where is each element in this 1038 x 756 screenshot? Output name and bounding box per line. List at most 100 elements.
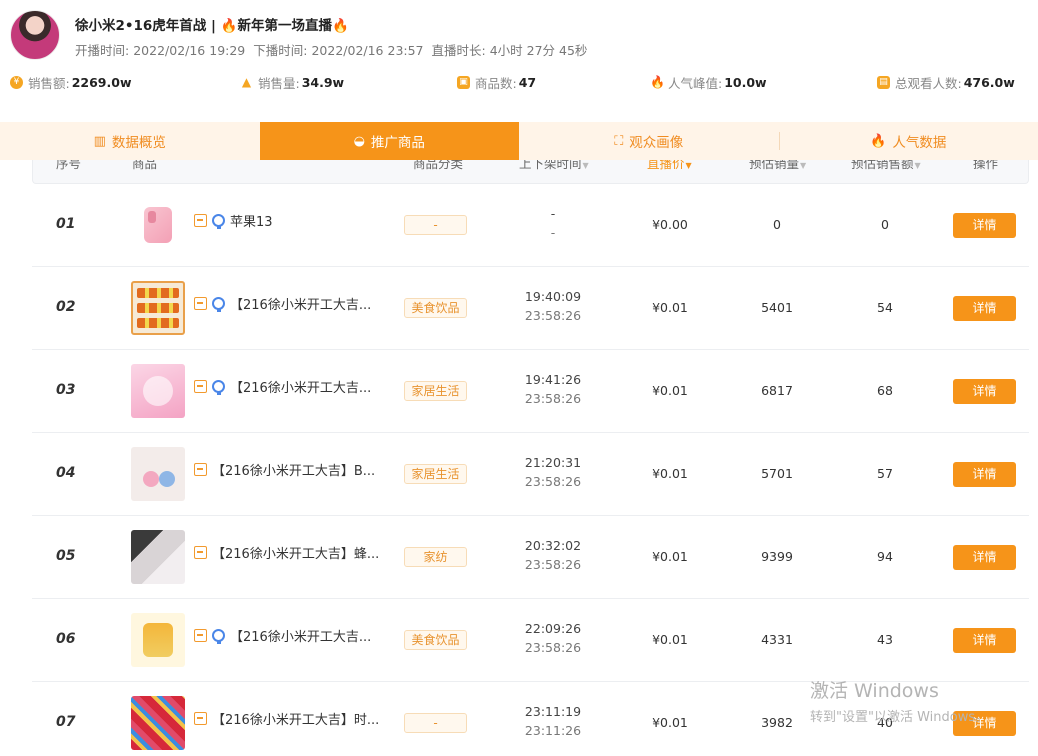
estimated-sales: 4331 (761, 632, 793, 647)
product-name-text: 【216徐小米开工大吉... (230, 381, 372, 396)
live-price: ¥0.01 (652, 632, 688, 647)
table-row: 02 【216徐小米开工大吉... 美食饮品 19:40:09 23:58:26… (32, 267, 1029, 350)
stream-title: 徐小米2•16虎年首战 | 🔥新年第一场直播🔥 (75, 14, 349, 34)
detail-button[interactable]: 详情 (953, 213, 1016, 238)
sort-icon: ▼ (685, 161, 692, 170)
detail-button[interactable]: 详情 (953, 462, 1016, 487)
tab-audience-portrait[interactable]: ⛶ 观众画像 (519, 122, 779, 160)
product-name-text: 【216徐小米开工大吉... (230, 298, 372, 313)
time-on-shelf: 21:20:31 (524, 455, 582, 470)
detail-button[interactable]: 详情 (953, 711, 1016, 736)
product-thumbnail[interactable] (131, 447, 185, 501)
bar-chart-icon: ▥ (93, 133, 106, 149)
row-index: 04 (56, 465, 76, 481)
detail-button[interactable]: 详情 (953, 628, 1016, 653)
product-name-text: 【216徐小米开工大吉】蜂... (212, 547, 380, 562)
flame-icon: 🔥 (220, 18, 238, 34)
end-time-label: 下播时间: (253, 43, 308, 58)
table-row: 01 苹果13 - - - ¥0.00 0 0 详情 (32, 184, 1029, 267)
time-off-shelf: 23:58:26 (524, 640, 582, 655)
shop-badge-icon (194, 712, 207, 725)
ribbon-badge-icon (212, 297, 225, 312)
live-header: 徐小米2•16虎年首战 | 🔥新年第一场直播🔥 开播时间: 2022/02/16 … (0, 0, 1038, 122)
time-off-shelf: 23:58:26 (524, 391, 582, 406)
live-price: ¥0.01 (652, 300, 688, 315)
product-name[interactable]: 【216徐小米开工大吉】时... (194, 709, 379, 728)
product-thumbnail[interactable] (131, 198, 185, 252)
product-name[interactable]: 【216徐小米开工大吉... (194, 377, 371, 396)
detail-button[interactable]: 详情 (953, 296, 1016, 321)
shop-badge-icon (194, 380, 207, 393)
product-thumbnail[interactable] (131, 613, 185, 667)
sort-icon: ▼ (582, 161, 589, 170)
product-name-text: 苹果13 (230, 215, 273, 230)
stream-title-prefix: 徐小米2•16虎年首战 | (75, 18, 221, 34)
product-thumbnail[interactable] (131, 696, 185, 750)
estimated-sales: 9399 (761, 549, 793, 564)
chart-icon: ▲ (241, 74, 252, 89)
time-on-shelf: - (550, 206, 556, 221)
stat-label: 人气峰值: (668, 75, 723, 91)
time-off-shelf: 23:58:26 (524, 308, 582, 323)
time-on-shelf: 23:11:19 (524, 704, 582, 719)
shop-badge-icon (194, 546, 207, 559)
table-row: 03 【216徐小米开工大吉... 家居生活 19:41:26 23:58:26… (32, 350, 1029, 433)
shop-badge-icon (194, 629, 207, 642)
product-thumbnail[interactable] (131, 530, 185, 584)
table-row: 05 【216徐小米开工大吉】蜂... 家纺 20:32:02 23:58:26… (32, 516, 1029, 599)
product-name[interactable]: 【216徐小米开工大吉... (194, 626, 371, 645)
tab-promoted-products[interactable]: ◒ 推广商品 (259, 122, 519, 160)
flame-icon: 🔥 (331, 18, 349, 34)
row-index: 01 (56, 216, 76, 232)
sort-icon: ▼ (914, 161, 921, 170)
category-tag: - (404, 215, 467, 235)
live-price: ¥0.01 (652, 715, 688, 730)
estimated-sales: 0 (773, 217, 781, 232)
estimated-amount: 43 (877, 632, 893, 647)
stat-value: 10.0w (724, 74, 767, 90)
estimated-amount: 54 (877, 300, 893, 315)
shop-badge-icon (194, 463, 207, 476)
category-tag: 家居生活 (404, 381, 467, 401)
row-index: 03 (56, 382, 76, 398)
product-name[interactable]: 【216徐小米开工大吉... (194, 294, 371, 313)
tab-label: 人气数据 (892, 135, 947, 151)
ribbon-badge-icon (212, 629, 225, 644)
time-off-shelf: 23:58:26 (524, 557, 582, 572)
sort-icon: ▼ (800, 161, 807, 170)
category-tag: 美食饮品 (404, 630, 467, 650)
estimated-amount: 0 (881, 217, 889, 232)
flame-icon: 🔥 (870, 133, 887, 149)
stat-label: 销售量: (258, 75, 300, 91)
live-price: ¥0.00 (652, 217, 688, 232)
table-row: 06 【216徐小米开工大吉... 美食饮品 22:09:26 23:58:26… (32, 599, 1029, 682)
stat-peak-popularity: 🔥 人气峰值: 10.0w (650, 70, 767, 94)
product-thumbnail[interactable] (131, 281, 185, 335)
tab-popularity-data[interactable]: 🔥 人气数据 (778, 122, 1038, 160)
end-time-value: 2022/02/16 23:57 (311, 43, 424, 58)
detail-button[interactable]: 详情 (953, 545, 1016, 570)
time-on-shelf: 20:32:02 (524, 538, 582, 553)
category-tag: 家纺 (404, 547, 467, 567)
coin-icon: ¥ (10, 75, 23, 89)
tab-label: 数据概览 (111, 135, 166, 151)
detail-button[interactable]: 详情 (953, 379, 1016, 404)
time-off-shelf: 23:11:26 (524, 723, 582, 738)
streamer-avatar[interactable] (10, 10, 60, 60)
product-thumbnail[interactable] (131, 364, 185, 418)
product-name[interactable]: 【216徐小米开工大吉】蜂... (194, 543, 379, 562)
live-price: ¥0.01 (652, 383, 688, 398)
stat-label: 总观看人数: (895, 75, 962, 91)
product-name[interactable]: 苹果13 (194, 211, 273, 230)
estimated-amount: 40 (877, 715, 893, 730)
product-name[interactable]: 【216徐小米开工大吉】B... (194, 460, 375, 479)
tab-label: 推广商品 (370, 135, 425, 151)
live-price: ¥0.01 (652, 549, 688, 564)
time-on-shelf: 19:41:26 (524, 372, 582, 387)
category-tag: - (404, 713, 467, 733)
product-name-text: 【216徐小米开工大吉... (230, 630, 372, 645)
tab-data-overview[interactable]: ▥ 数据概览 (0, 122, 260, 160)
time-off-shelf: 23:58:26 (524, 474, 582, 489)
shop-badge-icon (194, 214, 207, 227)
category-tag: 美食饮品 (404, 298, 467, 318)
